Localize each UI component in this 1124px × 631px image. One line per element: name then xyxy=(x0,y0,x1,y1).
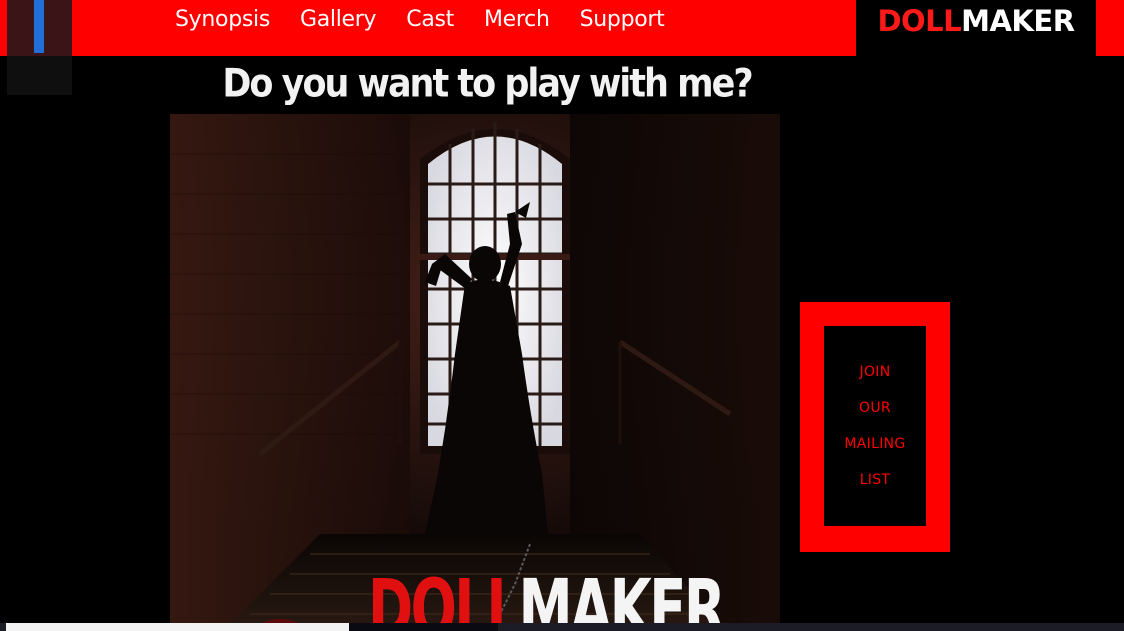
nav-link-merch[interactable]: Merch xyxy=(469,0,565,40)
logo-part-doll: DOLL xyxy=(877,4,962,38)
next-section-segment-dark xyxy=(349,623,498,631)
movie-poster: Do you want to play with me? DOLLMAKER xyxy=(170,56,780,631)
next-section-segment-light xyxy=(6,623,349,631)
nav-link-support[interactable]: Support xyxy=(565,0,680,40)
mailing-line-2: OUR xyxy=(859,400,891,416)
poster-title-maker: MAKER xyxy=(518,564,726,631)
poster-tagline: Do you want to play with me? xyxy=(222,62,753,107)
mailing-line-3: MAILING xyxy=(844,436,906,452)
poster-artwork xyxy=(170,114,780,631)
poster-title-doll: DOLL xyxy=(368,564,521,631)
mailing-line-4: LIST xyxy=(859,472,891,488)
nav-link-gallery[interactable]: Gallery xyxy=(285,0,391,40)
nav-link-cast[interactable]: Cast xyxy=(391,0,469,40)
menu-toggle-shadow xyxy=(7,56,72,95)
logo-text: DOLLMAKER xyxy=(877,2,1075,40)
mailing-list-button[interactable]: JOIN OUR MAILING LIST xyxy=(800,302,950,552)
menu-indicator-stripe xyxy=(34,0,44,53)
top-navigation-bar: Synopsis Gallery Cast Merch Support DOLL… xyxy=(0,0,1124,56)
site-logo[interactable]: DOLLMAKER xyxy=(856,0,1096,56)
logo-part-maker: MAKER xyxy=(961,4,1075,38)
mailing-line-1: JOIN xyxy=(859,364,891,380)
mailing-list-inner: JOIN OUR MAILING LIST xyxy=(824,326,926,526)
menu-toggle-button[interactable] xyxy=(7,0,72,56)
poster-title: DOLLMAKER xyxy=(368,564,726,631)
main-nav: Synopsis Gallery Cast Merch Support xyxy=(160,0,680,40)
next-section-edge xyxy=(0,623,1124,631)
nav-link-synopsis[interactable]: Synopsis xyxy=(160,0,285,40)
